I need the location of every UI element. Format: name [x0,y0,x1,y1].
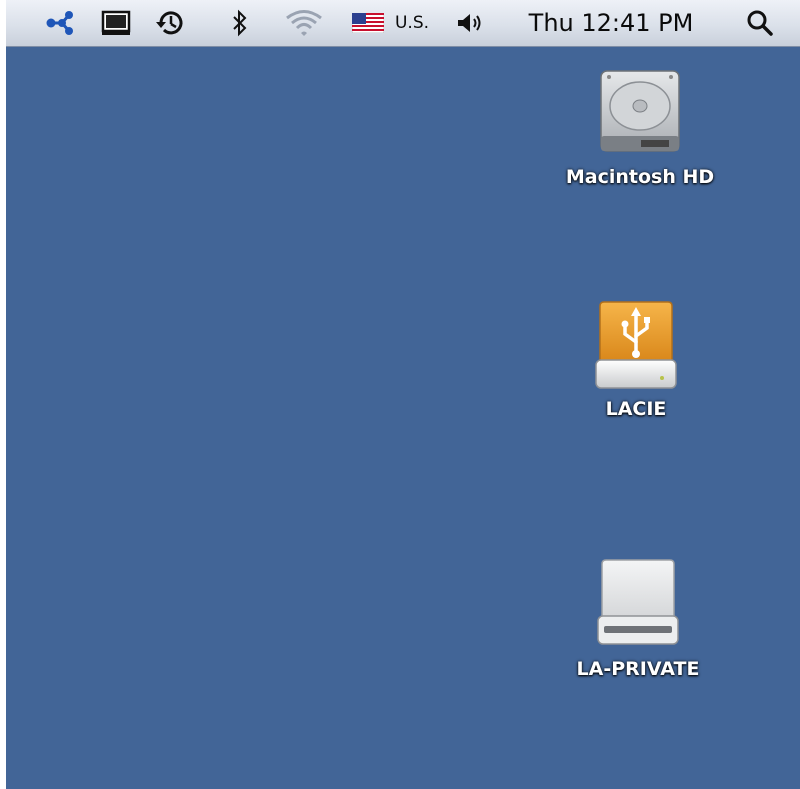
drive-label: LACIE [605,398,667,420]
time-machine-icon[interactable] [150,0,190,46]
volume-icon[interactable] [452,0,488,46]
spotlight-search-icon[interactable] [740,0,780,46]
wifi-icon[interactable] [282,0,326,46]
menu-bar: U.S. Thu 12:41 PM [6,0,800,47]
display-mirroring-icon[interactable] [98,0,134,46]
usb-drive-icon [592,298,680,392]
bluetooth-icon[interactable] [226,0,254,46]
hard-drive-icon [595,68,685,160]
desktop-drive-macintosh-hd[interactable]: Macintosh HD [540,68,740,188]
desktop-drive-lacie[interactable]: LACIE [536,298,736,420]
drive-label: Macintosh HD [565,166,715,188]
us-flag-icon[interactable] [350,0,386,46]
external-drive-icon [594,556,682,652]
network-share-icon[interactable] [40,0,80,46]
menu-clock[interactable]: Thu 12:41 PM [504,0,718,46]
input-source-label[interactable]: U.S. [386,0,438,46]
desktop-drive-la-private[interactable]: LA-PRIVATE [538,556,738,680]
drive-label: LA-PRIVATE [576,658,700,680]
